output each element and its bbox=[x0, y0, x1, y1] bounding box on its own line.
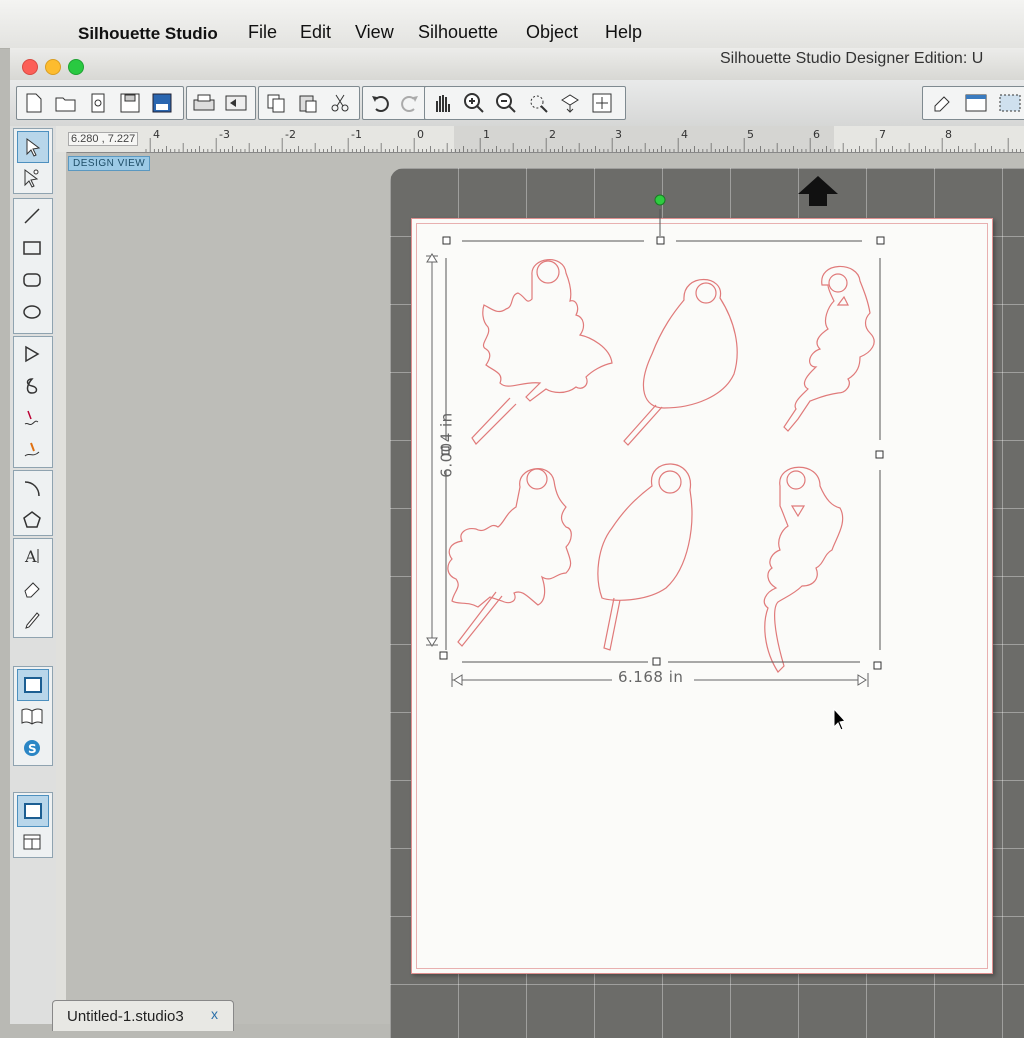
resize-handle-top-center[interactable] bbox=[656, 236, 665, 245]
selection-width-label: 6.168 in bbox=[618, 668, 684, 686]
document-tab[interactable]: Untitled-1.studio3 x bbox=[52, 1000, 234, 1031]
round-leaf-tag-1[interactable] bbox=[597, 463, 693, 651]
mouse-pointer-icon bbox=[833, 708, 846, 731]
selection-box bbox=[445, 209, 881, 663]
close-tab-icon[interactable]: x bbox=[211, 1006, 218, 1022]
resize-handle-middle-right[interactable] bbox=[875, 450, 884, 459]
maple-leaf-tag-1[interactable] bbox=[471, 259, 613, 445]
resize-handle-top-left[interactable] bbox=[442, 236, 451, 245]
oak-leaf-tag-1[interactable] bbox=[783, 265, 875, 432]
oak-leaf-tag-2[interactable] bbox=[763, 466, 844, 673]
resize-handle-bottom-left[interactable] bbox=[439, 651, 448, 660]
maple-leaf-tag-2[interactable] bbox=[447, 468, 572, 647]
dimension-lines bbox=[426, 253, 869, 687]
design-canvas bbox=[426, 194, 885, 687]
selection-height-label: 6.004 in bbox=[437, 412, 456, 478]
resize-handle-top-right[interactable] bbox=[876, 236, 885, 245]
document-tab-label: Untitled-1.studio3 bbox=[67, 1008, 184, 1025]
oval-leaf-tag-1[interactable] bbox=[623, 278, 738, 446]
rotate-handle[interactable] bbox=[654, 194, 666, 206]
resize-handle-bottom-center[interactable] bbox=[652, 657, 661, 666]
resize-handle-bottom-right[interactable] bbox=[873, 661, 882, 670]
